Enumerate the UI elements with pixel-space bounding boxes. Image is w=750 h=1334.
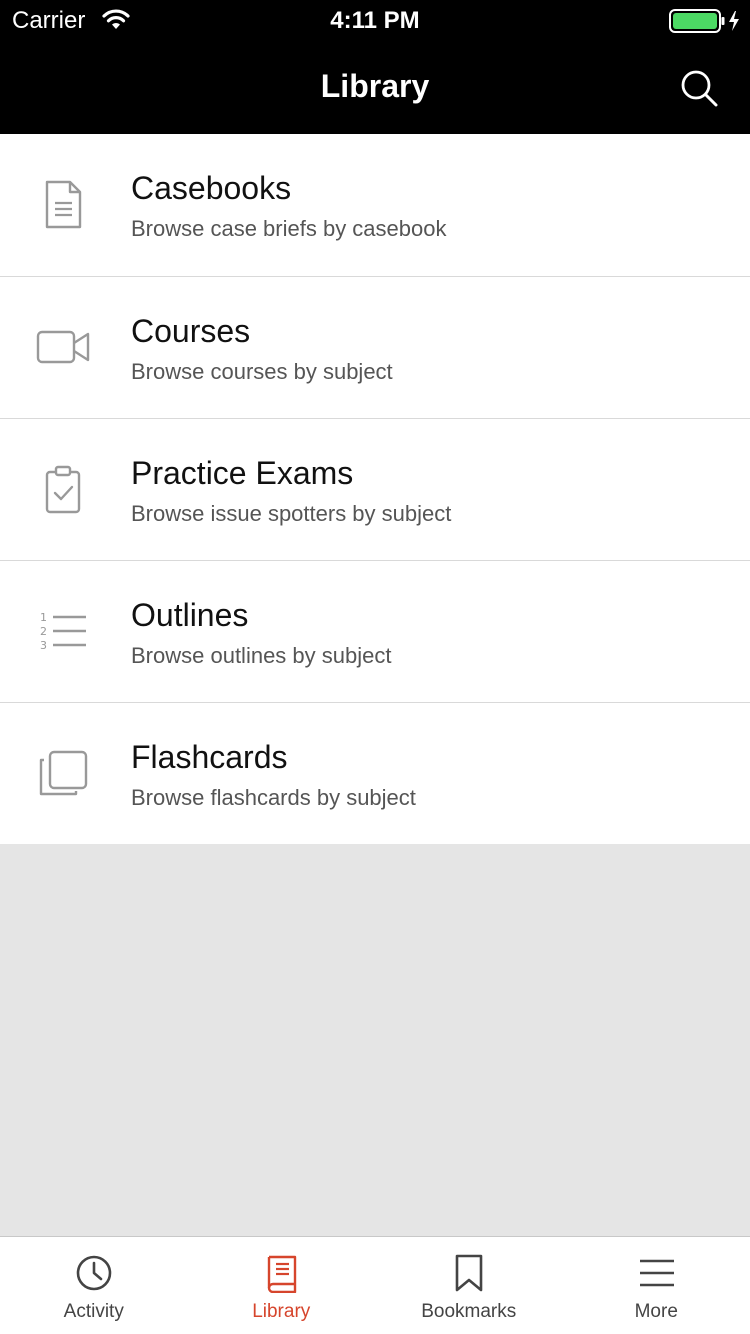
tab-bar: Activity Library Bookmarks More	[0, 1236, 750, 1334]
list-item-subtitle: Browse issue spotters by subject	[131, 501, 452, 526]
video-camera-icon	[36, 330, 90, 364]
list-item-subtitle: Browse case briefs by casebook	[131, 216, 447, 241]
battery-icon	[669, 9, 739, 33]
list-item-title: Flashcards	[131, 739, 288, 775]
list-item-title: Courses	[131, 313, 251, 349]
list-item-title: Practice Exams	[131, 455, 354, 491]
svg-text:1: 1	[40, 611, 47, 624]
list-item-subtitle: Browse courses by subject	[131, 359, 393, 384]
library-list: Casebooks Browse case briefs by casebook…	[0, 134, 750, 844]
status-time: 4:11 PM	[330, 7, 420, 34]
tab-more[interactable]: More	[563, 1237, 750, 1334]
list-item-casebooks[interactable]: Casebooks Browse case briefs by casebook	[0, 134, 750, 276]
clock-icon	[76, 1255, 112, 1291]
tab-bookmarks[interactable]: Bookmarks	[375, 1237, 563, 1334]
tab-label: More	[634, 1301, 678, 1322]
clipboard-check-icon	[45, 465, 81, 514]
tab-label: Bookmarks	[421, 1301, 517, 1322]
list-item-subtitle: Browse flashcards by subject	[131, 785, 416, 810]
book-icon	[267, 1255, 296, 1293]
svg-text:3: 3	[40, 639, 47, 652]
document-icon	[45, 180, 82, 229]
search-icon[interactable]	[680, 69, 718, 107]
list-item-flashcards[interactable]: Flashcards Browse flashcards by subject	[0, 702, 750, 844]
list-item-practice-exams[interactable]: Practice Exams Browse issue spotters by …	[0, 418, 750, 560]
tab-label: Library	[252, 1301, 311, 1322]
list-item-subtitle: Browse outlines by subject	[131, 643, 392, 668]
tab-library[interactable]: Library	[188, 1237, 376, 1334]
header: Carrier 4:11 PM Library	[0, 0, 750, 134]
list-item-courses[interactable]: Courses Browse courses by subject	[0, 276, 750, 418]
menu-icon	[639, 1259, 674, 1287]
list-item-outlines[interactable]: 1 2 3 Outlines Browse outlines by subjec…	[0, 560, 750, 702]
status-bar: Carrier 4:11 PM	[0, 0, 750, 40]
page-title: Library	[320, 68, 430, 104]
tab-label: Activity	[63, 1301, 124, 1322]
cards-stack-icon	[39, 750, 88, 796]
tab-activity[interactable]: Activity	[0, 1237, 188, 1334]
svg-text:2: 2	[40, 625, 47, 638]
list-item-title: Casebooks	[131, 170, 292, 206]
bookmark-icon	[455, 1254, 483, 1292]
list-item-title: Outlines	[131, 597, 249, 633]
numbered-list-icon: 1 2 3	[40, 611, 86, 652]
